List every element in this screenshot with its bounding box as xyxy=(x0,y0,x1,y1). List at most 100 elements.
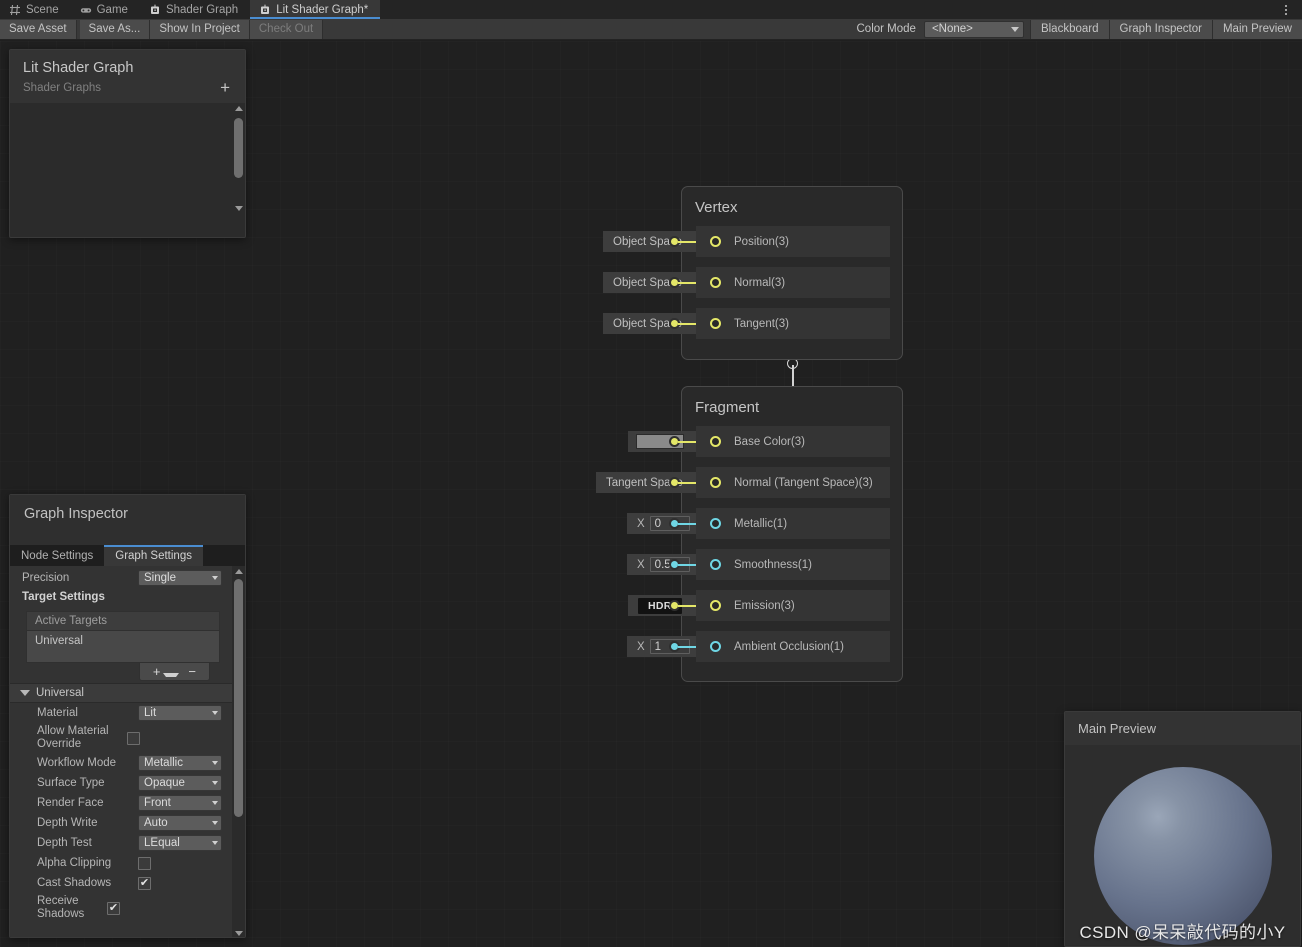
show-in-project-button[interactable]: Show In Project xyxy=(150,19,250,39)
precision-row[interactable]: Precision Single xyxy=(10,566,232,587)
blackboard-scroll-thumb[interactable] xyxy=(234,118,243,178)
tangent-port[interactable] xyxy=(710,318,721,329)
vertex-slot-tangent[interactable]: Object Space Tangent(3) xyxy=(603,308,890,341)
surface-type-value: Opaque xyxy=(144,777,185,789)
fragment-slot-base-color[interactable]: Base Color(3) xyxy=(628,426,890,459)
depth-write-dropdown[interactable]: Auto xyxy=(138,815,222,831)
add-property-icon[interactable]: + xyxy=(220,79,232,96)
scroll-down-icon[interactable] xyxy=(234,931,243,936)
smoothness-slot-bar: Smoothness(1) xyxy=(696,549,890,580)
main-preview-toggle[interactable]: Main Preview xyxy=(1211,19,1302,39)
tab-shader-graph[interactable]: Shader Graph xyxy=(140,0,250,19)
graph-inspector-panel[interactable]: Graph Inspector Node Settings Graph Sett… xyxy=(9,494,246,938)
graph-inspector-scrollbar[interactable] xyxy=(232,566,245,937)
vertex-slot-normal[interactable]: Object Space Normal(3) xyxy=(603,267,890,300)
precision-value: Single xyxy=(144,572,176,584)
ambient-occlusion-input-dot xyxy=(671,643,678,650)
alpha-clipping-row[interactable]: Alpha Clipping xyxy=(10,853,232,873)
tab-graph-settings[interactable]: Graph Settings xyxy=(104,545,203,566)
base-color-port[interactable] xyxy=(710,436,721,447)
kebab-menu-icon[interactable] xyxy=(1278,2,1294,17)
graph-inspector-tabs: Node Settings Graph Settings xyxy=(10,545,245,566)
target-settings-row: Target Settings xyxy=(10,587,232,607)
depth-write-row[interactable]: Depth Write Auto xyxy=(10,813,232,833)
color-mode-dropdown[interactable]: <None> xyxy=(923,20,1024,38)
render-face-value: Front xyxy=(144,797,171,809)
workflow-mode-row[interactable]: Workflow Mode Metallic xyxy=(10,753,232,773)
blackboard-scrollbar[interactable] xyxy=(232,103,245,214)
render-face-label: Render Face xyxy=(37,796,104,809)
workflow-mode-value: Metallic xyxy=(144,757,183,769)
depth-test-row[interactable]: Depth Test LEqual xyxy=(10,833,232,853)
check-out-button: Check Out xyxy=(249,19,324,39)
chevron-down-icon xyxy=(212,821,218,825)
fragment-master-node[interactable]: Fragment Base Color(3) Tangent Space Nor… xyxy=(596,386,903,682)
preview-sphere[interactable] xyxy=(1093,767,1272,945)
fragment-slot-smoothness[interactable]: X 0.5 Smoothness(1) xyxy=(627,549,890,582)
render-face-row[interactable]: Render Face Front xyxy=(10,793,232,813)
receive-shadows-row[interactable]: Receive Shadows ✔ xyxy=(10,893,232,923)
position-port[interactable] xyxy=(710,236,721,247)
emission-port[interactable] xyxy=(710,600,721,611)
fragment-slot-metallic[interactable]: X 0 Metallic(1) xyxy=(627,508,890,541)
vertex-slot-position[interactable]: Object Space Position(3) xyxy=(603,226,890,259)
blackboard-toggle[interactable]: Blackboard xyxy=(1029,19,1109,39)
main-preview-panel[interactable]: Main Preview CSDN @呆呆敲代码的小Y xyxy=(1064,711,1301,947)
editor-tab-bar: Scene Game Shader Graph Lit Shader Graph… xyxy=(0,0,1302,19)
fragment-normal-slot-bar: Normal (Tangent Space)(3) xyxy=(696,467,890,498)
fragment-slot-normal[interactable]: Tangent Space Normal (Tangent Space)(3) xyxy=(596,467,890,500)
smoothness-port[interactable] xyxy=(710,559,721,570)
save-as-button[interactable]: Save As... xyxy=(79,19,151,39)
ambient-occlusion-port[interactable] xyxy=(710,641,721,652)
precision-dropdown[interactable]: Single xyxy=(138,570,222,586)
active-targets-list[interactable]: Universal xyxy=(26,630,220,663)
metallic-slot-bar: Metallic(1) xyxy=(696,508,890,539)
material-label: Material xyxy=(37,706,78,719)
tab-game[interactable]: Game xyxy=(71,0,140,19)
allow-material-override-checkbox[interactable] xyxy=(127,731,140,745)
depth-write-label: Depth Write xyxy=(37,816,98,829)
receive-shadows-checkbox[interactable]: ✔ xyxy=(107,901,120,915)
surface-type-dropdown[interactable]: Opaque xyxy=(138,775,222,791)
chevron-down-icon xyxy=(212,576,218,580)
tab-scene[interactable]: Scene xyxy=(0,0,71,19)
cast-shadows-checkbox[interactable]: ✔ xyxy=(138,876,151,890)
tab-lit-shader-graph[interactable]: Lit Shader Graph* xyxy=(250,0,381,19)
save-asset-button[interactable]: Save Asset xyxy=(0,19,77,39)
blackboard-property-list[interactable] xyxy=(10,103,245,214)
fragment-slot-emission[interactable]: HDR Emission(3) xyxy=(628,590,890,623)
emission-slot-bar: Emission(3) xyxy=(696,590,890,621)
scroll-up-icon[interactable] xyxy=(234,106,243,111)
inspector-scroll-track[interactable] xyxy=(232,577,245,928)
blackboard-panel[interactable]: Lit Shader Graph Shader Graphs + xyxy=(9,49,246,238)
scroll-down-icon[interactable] xyxy=(234,206,243,211)
render-face-dropdown[interactable]: Front xyxy=(138,795,222,811)
color-mode-value: <None> xyxy=(931,23,973,35)
vertex-master-node[interactable]: Vertex Object Space Position(3) Object S… xyxy=(603,186,903,360)
main-preview-viewport[interactable]: CSDN @呆呆敲代码的小Y xyxy=(1065,745,1300,945)
alpha-clipping-checkbox[interactable] xyxy=(138,856,151,870)
blackboard-scroll-track[interactable] xyxy=(232,114,245,203)
normal-port[interactable] xyxy=(710,277,721,288)
fragment-slot-ambient-occlusion[interactable]: X 1 Ambient Occlusion(1) xyxy=(627,631,890,664)
chevron-down-icon xyxy=(163,673,180,677)
active-targets-header: Active Targets xyxy=(26,611,220,630)
fragment-normal-port[interactable] xyxy=(710,477,721,488)
surface-type-row[interactable]: Surface Type Opaque xyxy=(10,773,232,793)
workflow-mode-label: Workflow Mode xyxy=(37,756,117,769)
material-dropdown[interactable]: Lit xyxy=(138,705,222,721)
scroll-up-icon[interactable] xyxy=(234,569,243,574)
inspector-scroll-thumb[interactable] xyxy=(234,579,243,817)
main-preview-title: Main Preview xyxy=(1078,721,1157,736)
remove-target-button[interactable]: − xyxy=(183,664,201,679)
allow-material-override-row[interactable]: Allow Material Override xyxy=(10,723,232,753)
tab-node-settings[interactable]: Node Settings xyxy=(10,545,104,566)
depth-test-dropdown[interactable]: LEqual xyxy=(138,835,222,851)
metallic-port[interactable] xyxy=(710,518,721,529)
material-row[interactable]: Material Lit xyxy=(10,703,232,723)
active-target-item[interactable]: Universal xyxy=(35,635,211,647)
graph-inspector-toggle[interactable]: Graph Inspector xyxy=(1108,19,1212,39)
workflow-mode-dropdown[interactable]: Metallic xyxy=(138,755,222,771)
universal-section-header[interactable]: Universal xyxy=(10,683,232,703)
cast-shadows-row[interactable]: Cast Shadows ✔ xyxy=(10,873,232,893)
